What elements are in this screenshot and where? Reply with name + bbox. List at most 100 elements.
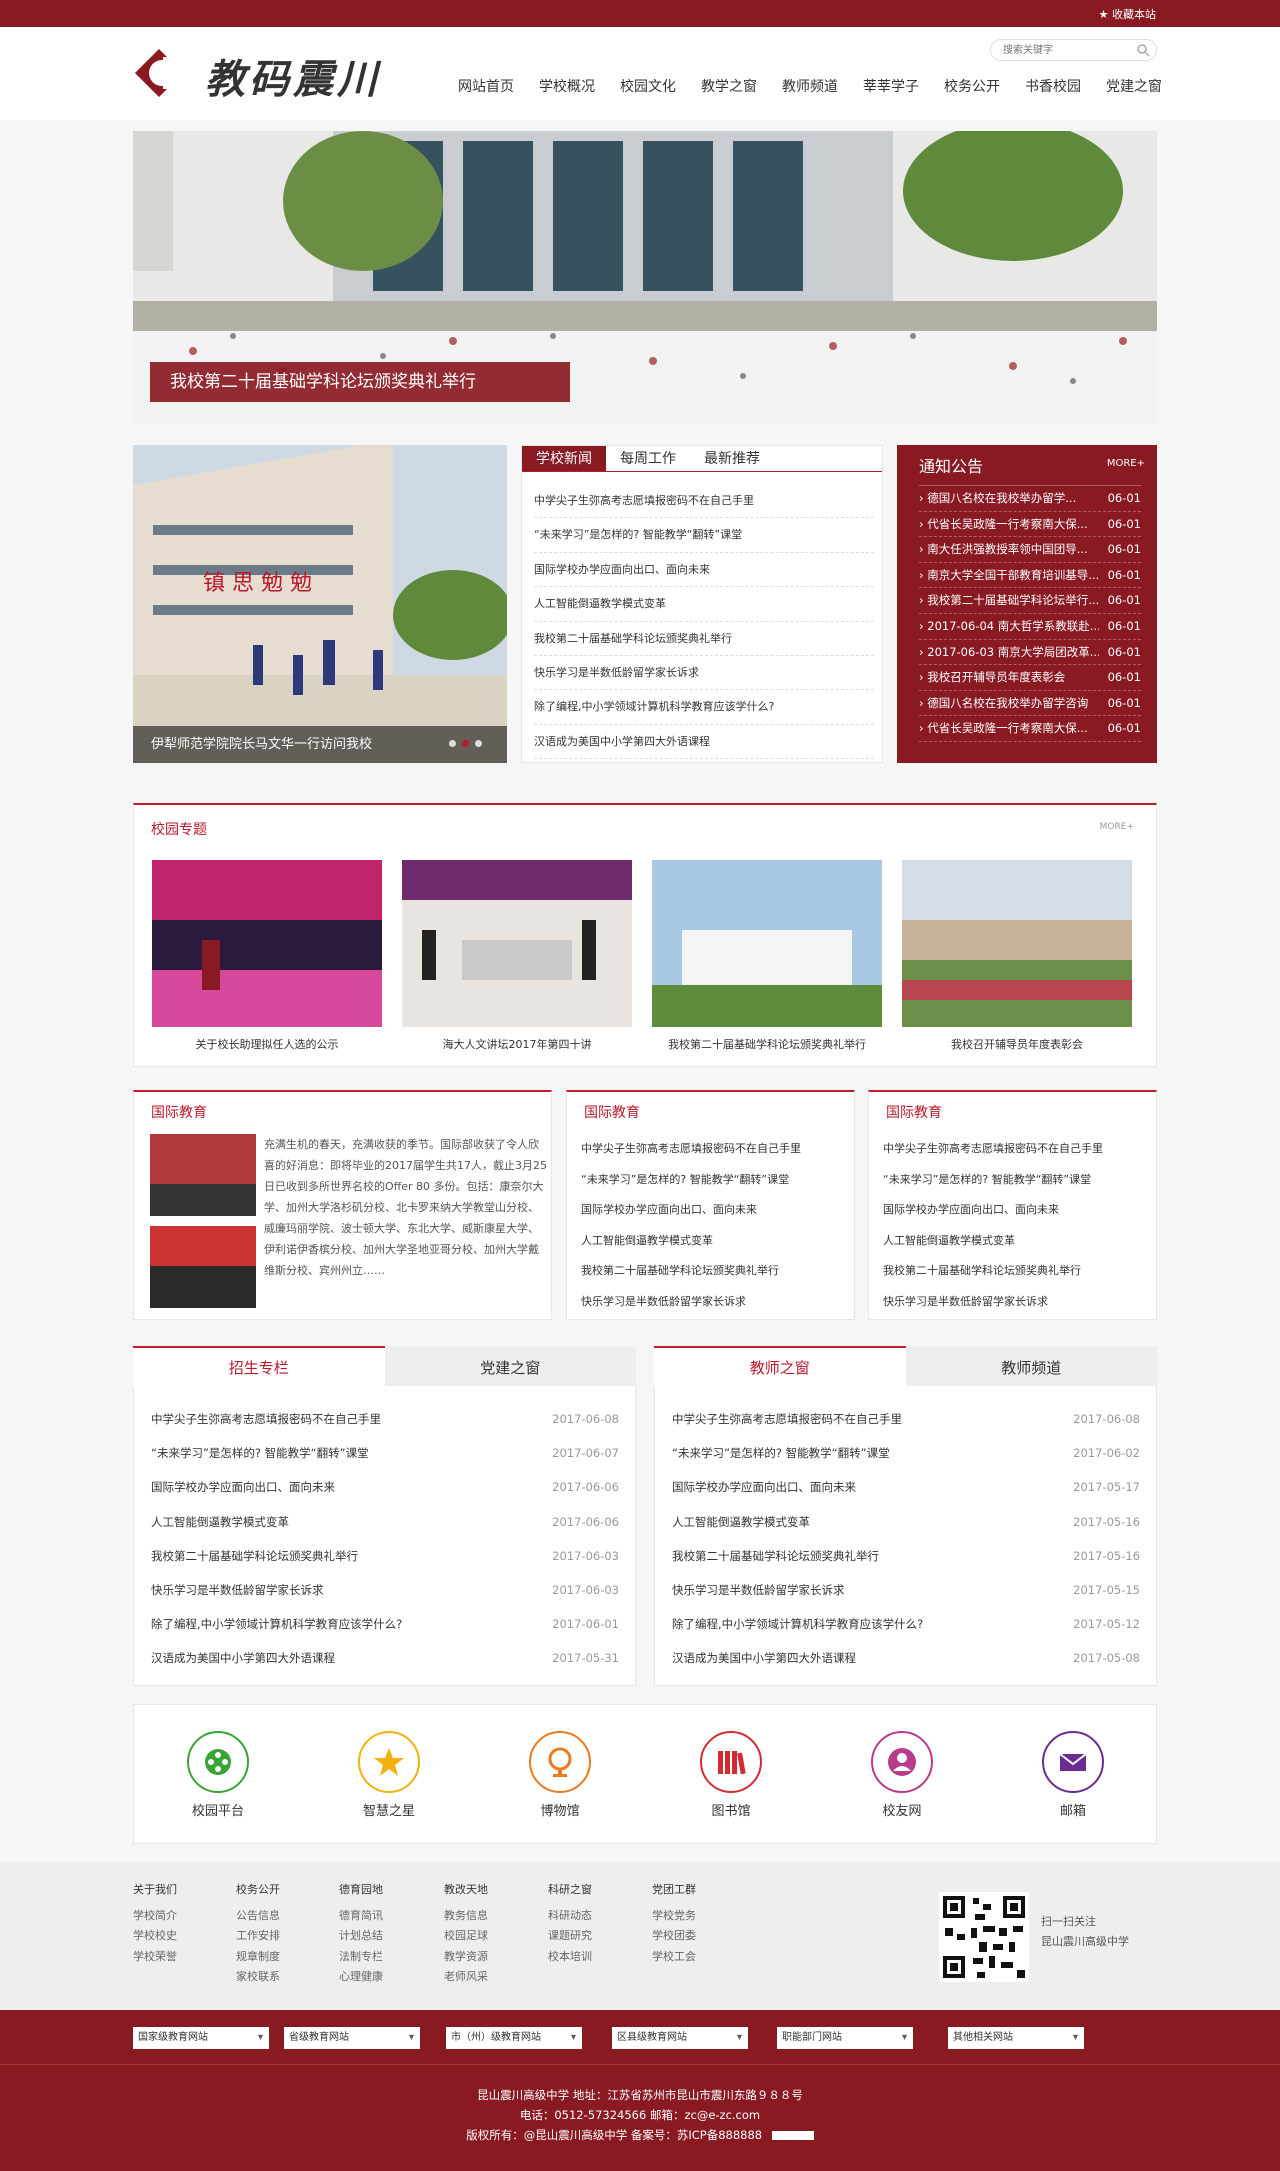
list-item[interactable]: 我校第二十届基础学科论坛颁奖典礼举行 (534, 622, 874, 656)
list-item[interactable]: 我校第二十届基础学科论坛举行...06-01 (919, 588, 1141, 614)
quick-link-wisdom-star[interactable]: 智慧之星 (339, 1731, 439, 1819)
topic-card[interactable]: 我校第二十届基础学科论坛颁奖典礼举行 (652, 860, 882, 1052)
topic-card[interactable]: 关于校长助理拟任人选的公示 (152, 860, 382, 1052)
link-select[interactable]: 区县级教育网站 (612, 2027, 748, 2049)
footer-link[interactable]: 学校团委 (652, 1926, 696, 1947)
list-item[interactable]: 人工智能倒逼教学模式变革 (534, 587, 874, 622)
list-item[interactable]: 我校第二十届基础学科论坛颁奖典礼举行 (883, 1256, 1103, 1287)
quick-link-museum[interactable]: 博物馆 (510, 1731, 610, 1819)
topic-image[interactable] (402, 860, 632, 1027)
link-select[interactable]: 市（州）级教育网站 (446, 2027, 582, 2049)
quick-link-alumni[interactable]: 校友网 (852, 1731, 952, 1819)
list-item[interactable]: “未来学习”是怎样的? 智能教学“翻转”课堂 2017-06-02 (672, 1436, 1140, 1470)
list-item[interactable]: 快乐学习是半数低龄留学家长诉求 2017-05-15 (672, 1573, 1140, 1607)
list-item[interactable]: 我校召开辅导员年度表彰会06-01 (919, 665, 1141, 691)
footer-link[interactable]: 科研动态 (548, 1906, 592, 1927)
list-item[interactable]: 人工智能倒逼教学模式变革 2017-05-16 (672, 1505, 1140, 1539)
list-item[interactable]: 代省长吴政隆一行考察南大保...06-01 (919, 716, 1141, 742)
tab-teachers-window[interactable]: 教师之窗 (654, 1346, 906, 1386)
footer-link[interactable]: 学校党务 (652, 1906, 696, 1927)
footer-link[interactable]: 校园足球 (444, 1926, 488, 1947)
tab-school-news[interactable]: 学校新闻 (522, 446, 606, 471)
list-item[interactable]: 中学尖子生弥高考志愿填报密码不在自己手里 (581, 1134, 801, 1165)
slide-dot[interactable] (475, 740, 482, 747)
nav-item[interactable]: 书香校园 (1025, 76, 1081, 96)
nav-item[interactable]: 网站首页 (458, 76, 514, 96)
list-item[interactable]: 我校第二十届基础学科论坛颁奖典礼举行 2017-06-03 (151, 1539, 619, 1573)
list-item[interactable]: 代省长吴政隆一行考察南大保...06-01 (919, 512, 1141, 538)
cnzz-badge-icon[interactable] (771, 2131, 814, 2140)
tab-party-building[interactable]: 党建之窗 (384, 1346, 636, 1386)
list-item[interactable]: 2017-06-03 南京大学局团改革...06-01 (919, 640, 1141, 666)
footer-link[interactable]: 德育简讯 (339, 1906, 383, 1927)
link-select[interactable]: 国家级教育网站 (133, 2027, 269, 2049)
list-item[interactable]: 国际学校办学应面向出口、面向未来 (581, 1195, 801, 1226)
search-icon[interactable] (1136, 43, 1150, 57)
list-item[interactable]: 汉语成为美国中小学第四大外语课程 (534, 725, 874, 760)
footer-link[interactable]: 学校工会 (652, 1947, 696, 1968)
tab-latest[interactable]: 最新推荐 (690, 446, 774, 471)
list-item[interactable]: 人工智能倒逼教学模式变革 (883, 1226, 1103, 1257)
list-item[interactable]: “未来学习”是怎样的? 智能教学“翻转”课堂 (581, 1165, 801, 1196)
list-item[interactable]: 德国八名校在我校举办留学咨询06-01 (919, 691, 1141, 717)
footer-link[interactable]: 家校联系 (236, 1967, 280, 1988)
footer-link[interactable]: 心理健康 (339, 1967, 383, 1988)
tab-weekly-work[interactable]: 每周工作 (606, 446, 690, 471)
list-item[interactable]: 中学尖子生弥高考志愿填报密码不在自己手里 (534, 484, 874, 519)
list-item[interactable]: 人工智能倒逼教学模式变革 2017-06-06 (151, 1505, 619, 1539)
list-item[interactable]: 国际学校办学应面向出口、面向未来 (883, 1195, 1103, 1226)
banner-caption[interactable]: 我校第二十届基础学科论坛颁奖典礼举行 (150, 362, 570, 402)
link-select[interactable]: 省级教育网站 (284, 2027, 420, 2049)
list-item[interactable]: 南大任洪强教授率领中国团导...06-01 (919, 537, 1141, 563)
list-item[interactable]: “未来学习”是怎样的? 智能教学“翻转”课堂 (534, 518, 874, 553)
nav-item[interactable]: 学校概况 (539, 76, 595, 96)
list-item[interactable]: 2017-06-04 南大哲学系教联赴...06-01 (919, 614, 1141, 640)
favorite-link[interactable]: ★ 收藏本站 (1099, 6, 1156, 22)
list-item[interactable]: 除了编程,中小学领域计算机科学教育应该学什么? 2017-05-12 (672, 1607, 1140, 1641)
nav-item[interactable]: 教师频道 (782, 76, 838, 96)
list-item[interactable]: 德国八名校在我校举办留学...06-01 (919, 486, 1141, 512)
nav-item[interactable]: 党建之窗 (1106, 76, 1162, 96)
link-select[interactable]: 其他相关网站 (948, 2027, 1084, 2049)
topic-card[interactable]: 我校召开辅导员年度表彰会 (902, 860, 1132, 1052)
footer-link[interactable]: 校本培训 (548, 1947, 592, 1968)
search-input[interactable] (1003, 40, 1143, 60)
topic-image[interactable] (902, 860, 1132, 1027)
footer-link[interactable]: 规章制度 (236, 1947, 280, 1968)
tab-teachers-channel[interactable]: 教师频道 (905, 1346, 1157, 1386)
nav-item[interactable]: 莘莘学子 (863, 76, 919, 96)
tab-admissions[interactable]: 招生专栏 (133, 1346, 385, 1386)
list-item[interactable]: 除了编程,中小学领域计算机科学教育应该学什么? 2017-06-01 (151, 1607, 619, 1641)
topic-card[interactable]: 海大人文讲坛2017年第四十讲 (402, 860, 632, 1052)
list-item[interactable]: 汉语成为美国中小学第四大外语课程 2017-05-08 (672, 1641, 1140, 1675)
list-item[interactable]: 汉语成为美国中小学第四大外语课程 2017-05-31 (151, 1641, 619, 1675)
list-item[interactable]: 中学尖子生弥高考志愿填报密码不在自己手里 2017-06-08 (672, 1402, 1140, 1436)
footer-link[interactable]: 教务信息 (444, 1906, 488, 1927)
list-item[interactable]: 快乐学习是半数低龄留学家长诉求 (581, 1287, 801, 1318)
list-item[interactable]: 国际学校办学应面向出口、面向未来 (534, 553, 874, 588)
list-item[interactable]: “未来学习”是怎样的? 智能教学“翻转”课堂 (883, 1165, 1103, 1196)
notice-more-link[interactable]: MORE+ (1107, 458, 1145, 469)
list-item[interactable]: 快乐学习是半数低龄留学家长诉求 (534, 656, 874, 691)
footer-link[interactable]: 法制专栏 (339, 1947, 383, 1968)
footer-link[interactable]: 学校校史 (133, 1926, 177, 1947)
list-item[interactable]: 中学尖子生弥高考志愿填报密码不在自己手里 (883, 1134, 1103, 1165)
footer-link[interactable]: 学校荣誉 (133, 1947, 177, 1968)
news-slideshow-image[interactable]: 镇 思 勉 勉 (133, 445, 507, 763)
intl-photo[interactable] (150, 1134, 256, 1216)
footer-link[interactable]: 学校简介 (133, 1906, 177, 1927)
footer-link[interactable]: 计划总结 (339, 1926, 383, 1947)
list-item[interactable]: 国际学校办学应面向出口、面向未来 2017-05-17 (672, 1470, 1140, 1504)
link-select[interactable]: 职能部门网站 (777, 2027, 913, 2049)
quick-link-campus-platform[interactable]: 校园平台 (168, 1731, 268, 1819)
topics-more-link[interactable]: MORE+ (1100, 822, 1134, 832)
slide-dot[interactable] (462, 740, 469, 747)
list-item[interactable]: 我校第二十届基础学科论坛颁奖典礼举行 (581, 1256, 801, 1287)
topic-image[interactable] (652, 860, 882, 1027)
nav-item[interactable]: 教学之窗 (701, 76, 757, 96)
footer-link[interactable]: 公告信息 (236, 1906, 280, 1927)
footer-link[interactable]: 课题研究 (548, 1926, 592, 1947)
slide-dot[interactable] (449, 740, 456, 747)
footer-link[interactable]: 工作安排 (236, 1926, 280, 1947)
list-item[interactable]: 我校第二十届基础学科论坛颁奖典礼举行 2017-05-16 (672, 1539, 1140, 1573)
